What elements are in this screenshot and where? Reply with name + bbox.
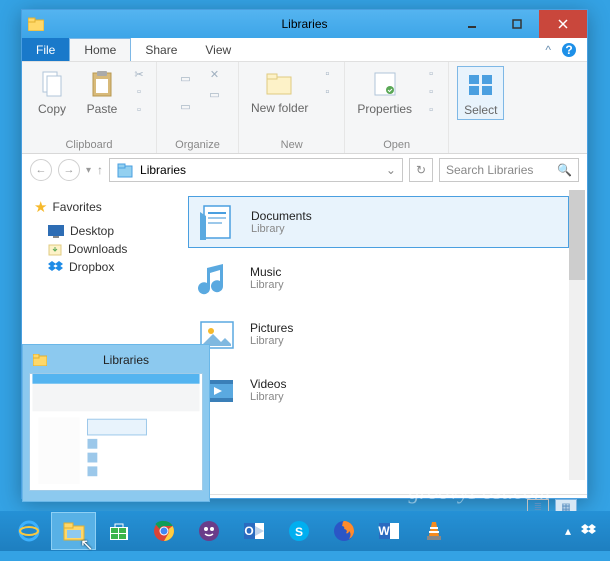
- newfolder-icon: [264, 68, 296, 100]
- folder-icon: [33, 354, 47, 366]
- tab-view[interactable]: View: [191, 38, 245, 61]
- library-item-pictures[interactable]: PicturesLibrary: [188, 308, 569, 360]
- sidebar-favorites-header[interactable]: ★ Favorites: [34, 198, 170, 216]
- edit-icon[interactable]: ▫: [422, 84, 440, 100]
- tab-home[interactable]: Home: [69, 38, 131, 61]
- address-dropdown-icon[interactable]: ⌄: [386, 163, 396, 177]
- dropbox-icon: [48, 261, 63, 274]
- ribbon-right: ^ ?: [535, 38, 587, 61]
- tray-dropbox-icon[interactable]: [581, 524, 596, 538]
- scroll-thumb[interactable]: [569, 190, 585, 280]
- help-icon[interactable]: ?: [561, 42, 577, 58]
- properties-button[interactable]: Properties: [353, 66, 416, 118]
- ribbon-group-open: Properties ▫ ▫ ▫ Open: [345, 62, 449, 153]
- ribbon: Copy Paste ✂ ▫ ▫ Clipboard ▭ ▭ ✕ ▭: [22, 62, 587, 154]
- documents-icon: [197, 201, 239, 243]
- history-dropdown-icon[interactable]: ▾: [86, 165, 91, 176]
- address-field[interactable]: Libraries ⌄: [109, 158, 403, 182]
- menubar: File Home Share View ^ ?: [22, 38, 587, 62]
- breadcrumb[interactable]: Libraries: [140, 163, 186, 177]
- taskbar-vlc[interactable]: [411, 512, 456, 550]
- star-icon: ★: [34, 198, 47, 216]
- paste-button[interactable]: Paste: [80, 66, 124, 118]
- ribbon-group-organize: ▭ ▭ ✕ ▭ Organize: [157, 62, 239, 153]
- select-icon: [465, 69, 497, 101]
- copy-icon: [36, 68, 68, 100]
- collapse-ribbon-icon[interactable]: ^: [545, 43, 551, 57]
- taskbar-firefox[interactable]: [321, 512, 366, 550]
- ribbon-group-clipboard: Copy Paste ✂ ▫ ▫ Clipboard: [22, 62, 157, 153]
- up-button[interactable]: ↑: [97, 163, 103, 177]
- cut-icon[interactable]: ✂: [130, 66, 148, 82]
- window-buttons: [449, 10, 587, 38]
- content-pane: DocumentsLibrary MusicLibrary PicturesLi…: [178, 186, 587, 494]
- tab-share[interactable]: Share: [131, 38, 191, 61]
- rename-icon[interactable]: ▭: [206, 86, 224, 102]
- taskbar-outlook[interactable]: O: [231, 512, 276, 550]
- taskbar-chrome[interactable]: [141, 512, 186, 550]
- maximize-button[interactable]: [494, 10, 539, 38]
- ribbon-group-new: New folder ▫ ▫ New: [239, 62, 345, 153]
- properties-icon: [369, 68, 401, 100]
- copypath-icon[interactable]: ▫: [130, 84, 148, 100]
- history-icon[interactable]: ▫: [422, 102, 440, 118]
- svg-text:W: W: [378, 524, 390, 538]
- cursor-icon: ↖: [80, 535, 93, 555]
- thumbnail-preview: [29, 373, 203, 491]
- svg-text:?: ?: [565, 43, 572, 57]
- clipboard-small: ✂ ▫ ▫: [130, 66, 148, 118]
- library-item-music[interactable]: MusicLibrary: [188, 252, 569, 304]
- sidebar-item-downloads[interactable]: Downloads: [30, 240, 170, 258]
- delete-icon[interactable]: ✕: [206, 66, 224, 82]
- refresh-button[interactable]: ↻: [409, 158, 433, 182]
- taskbar-word[interactable]: W: [366, 512, 411, 550]
- taskbar-app-purple[interactable]: [186, 512, 231, 550]
- taskbar-skype[interactable]: S: [276, 512, 321, 550]
- library-item-videos[interactable]: VideosLibrary: [188, 364, 569, 416]
- desktop-icon: [48, 225, 64, 238]
- system-tray[interactable]: ▴: [557, 524, 604, 538]
- tray-up-icon[interactable]: ▴: [565, 524, 571, 538]
- pasteshortcut-icon[interactable]: ▫: [130, 102, 148, 118]
- folder-icon: [28, 17, 44, 31]
- moveto-icon[interactable]: ▭: [172, 66, 200, 90]
- ribbon-group-select: Select: [449, 62, 512, 153]
- taskbar-ie[interactable]: [6, 512, 51, 550]
- forward-button[interactable]: →: [58, 159, 80, 181]
- libraries-icon: [116, 162, 134, 178]
- copyto-icon[interactable]: ▭: [172, 94, 200, 118]
- newfolder-button[interactable]: New folder: [247, 66, 312, 117]
- window-title: Libraries: [281, 17, 327, 31]
- close-button[interactable]: [539, 10, 587, 38]
- taskbar-store[interactable]: [96, 512, 141, 550]
- taskbar-thumbnail[interactable]: Libraries: [22, 344, 210, 502]
- titlebar[interactable]: Libraries: [22, 10, 587, 38]
- watermark: groovyPost.com: [408, 479, 550, 505]
- svg-text:O: O: [244, 524, 253, 538]
- search-icon: 🔍: [557, 163, 572, 177]
- file-menu[interactable]: File: [22, 38, 69, 61]
- sidebar-item-dropbox[interactable]: Dropbox: [30, 258, 170, 276]
- search-input[interactable]: Search Libraries 🔍: [439, 158, 579, 182]
- svg-text:S: S: [294, 525, 302, 539]
- library-item-documents[interactable]: DocumentsLibrary: [188, 196, 569, 248]
- newitem-icon[interactable]: ▫: [318, 66, 336, 82]
- download-icon: [48, 242, 62, 256]
- minimize-button[interactable]: [449, 10, 494, 38]
- sidebar-item-desktop[interactable]: Desktop: [30, 222, 170, 240]
- back-button[interactable]: ←: [30, 159, 52, 181]
- paste-icon: [86, 68, 118, 100]
- open-icon[interactable]: ▫: [422, 66, 440, 82]
- copy-button[interactable]: Copy: [30, 66, 74, 118]
- select-button[interactable]: Select: [457, 66, 504, 120]
- thumbnail-title: Libraries: [53, 353, 199, 367]
- easyaccess-icon[interactable]: ▫: [318, 84, 336, 100]
- addressbar: ← → ▾ ↑ Libraries ⌄ ↻ Search Libraries 🔍: [22, 154, 587, 186]
- music-icon: [196, 257, 238, 299]
- scrollbar[interactable]: [569, 190, 585, 480]
